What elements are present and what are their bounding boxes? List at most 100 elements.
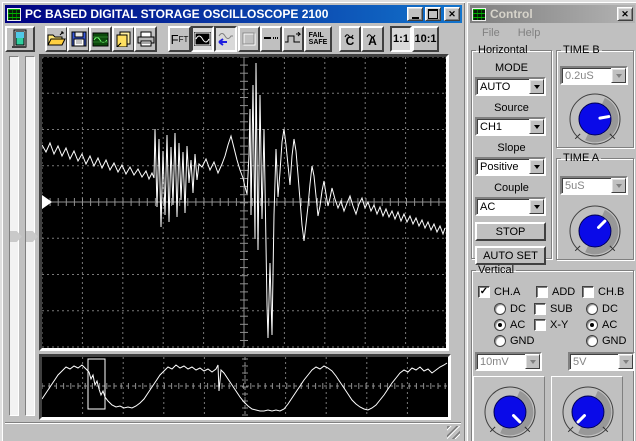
slope-select[interactable]: Positive [475,157,546,176]
channel-a-position-thumb[interactable] [10,231,22,242]
control-window: Control ✕ File Help Horizontal MODE AUTO… [465,0,636,441]
checkbox-box[interactable] [582,286,594,298]
chb-ac-radio[interactable]: AC [586,319,617,331]
source-select[interactable]: CH1 [475,117,546,136]
notes-button[interactable] [112,26,135,52]
fail-safe-button[interactable]: FAIL SAFE [304,26,332,52]
chb-knob-panel [551,376,623,441]
trigger-level-marker[interactable] [42,195,52,209]
fft-button[interactable]: F FT [168,26,191,52]
checkbox-box[interactable] [534,319,546,331]
channel-a-position-slider[interactable] [9,56,22,416]
time-a-label: TIME A [563,152,600,164]
fail-safe-label-1: FAIL [308,32,324,39]
channel-a-label: CH.A [494,286,521,298]
dropdown-button[interactable] [529,199,544,214]
auto-set-button[interactable]: AUTO SET [475,246,546,265]
probe-1x-button[interactable]: 1:1 [390,26,412,52]
control-titlebar[interactable]: Control ✕ [470,5,635,23]
main-scope-display[interactable] [39,54,449,351]
stop-button[interactable]: STOP [475,222,546,241]
notes-pages-icon [116,31,131,47]
control-menubar: File Help [470,24,635,42]
channel-a-checkbox[interactable]: ✓ CH.A [478,286,520,298]
chevron-down-icon [533,164,540,169]
fft-sub-label: FT [178,34,189,44]
probe-10x-button[interactable]: 10:1 [412,26,439,52]
cha-gnd-radio[interactable]: GND [494,335,534,347]
channel-b-label: CH.B [598,286,625,298]
chb-dc-radio[interactable]: DC [586,303,618,315]
radio-circle[interactable] [494,335,506,347]
channel-b-position-slider[interactable] [25,56,38,416]
gnd-label: GND [602,335,627,347]
calibrate-c-button[interactable]: C [339,26,361,52]
time-b-knob[interactable] [566,90,624,151]
close-icon: ✕ [621,8,629,19]
open-button[interactable] [45,26,68,52]
radio-circle[interactable] [586,335,598,347]
mode-select[interactable]: AUTO [475,77,546,96]
cha-dc-radio[interactable]: DC [494,303,526,315]
checkbox-box[interactable]: ✓ [478,286,490,298]
oscilloscope-app-icon [7,7,21,21]
exit-button[interactable] [5,26,35,52]
fail-safe-label-2: SAFE [308,39,328,46]
time-a-select: 5uS [560,176,628,195]
chb-volts-knob[interactable] [559,383,617,441]
couple-label: Couple [494,182,529,194]
main-titlebar[interactable]: PC BASED DIGITAL STORAGE OSCILLOSCOPE 21… [5,5,462,23]
couple-select[interactable]: AC [475,197,546,216]
radio-circle[interactable] [494,319,506,331]
capture-display-button[interactable] [89,26,112,52]
ac-label: AC [510,319,526,331]
square-wave-button[interactable] [282,26,304,52]
calibrate-a-button[interactable]: A [361,26,384,52]
sub-checkbox[interactable]: SUB [534,303,573,315]
chevron-down-icon [529,359,536,364]
dropdown-button [611,178,626,193]
cha-ac-radio[interactable]: AC [494,319,525,331]
resize-grip[interactable] [447,426,460,439]
vertical-group-label: Vertical [478,264,515,276]
time-a-knob[interactable] [566,202,624,263]
channel-b-position-thumb[interactable] [26,231,38,242]
print-button[interactable] [134,26,157,52]
single-shot-button[interactable] [214,26,237,52]
source-label: Source [494,102,529,114]
dc-label: DC [602,303,618,315]
close-button[interactable]: ✕ [444,7,460,21]
grid-icon [242,32,256,46]
overview-display[interactable] [39,354,451,420]
menu-file[interactable]: File [476,25,506,41]
grid-toggle-button[interactable] [238,26,260,52]
dotted-line-style-button[interactable] [260,26,282,52]
slope-label: Slope [497,142,526,154]
dropdown-button[interactable] [529,159,544,174]
maximize-button[interactable] [425,7,441,21]
xy-label: X-Y [550,319,569,331]
checkbox-box[interactable] [534,303,546,315]
add-checkbox[interactable]: ADD [536,286,575,298]
minimize-button[interactable] [407,7,423,21]
dropdown-button[interactable] [529,119,544,134]
cha-volts-knob[interactable] [481,383,539,441]
channel-b-checkbox[interactable]: CH.B [582,286,624,298]
radio-circle[interactable] [586,319,598,331]
menu-help[interactable]: Help [512,25,547,41]
dropdown-button [525,354,540,369]
wave-arrow-icon [217,33,233,46]
save-button[interactable] [67,26,90,52]
control-close-button[interactable]: ✕ [617,7,633,21]
chevron-down-icon [533,204,540,209]
sub-label: SUB [550,303,573,315]
chb-gnd-radio[interactable]: GND [586,335,626,347]
xy-checkbox[interactable]: X-Y [534,319,568,331]
chevron-down-icon [533,84,540,89]
dropdown-button[interactable] [529,79,544,94]
exit-door-icon [12,29,27,48]
checkbox-box[interactable] [536,286,548,298]
waveform-mode-button[interactable] [191,26,214,52]
radio-circle[interactable] [586,303,598,315]
radio-circle[interactable] [494,303,506,315]
